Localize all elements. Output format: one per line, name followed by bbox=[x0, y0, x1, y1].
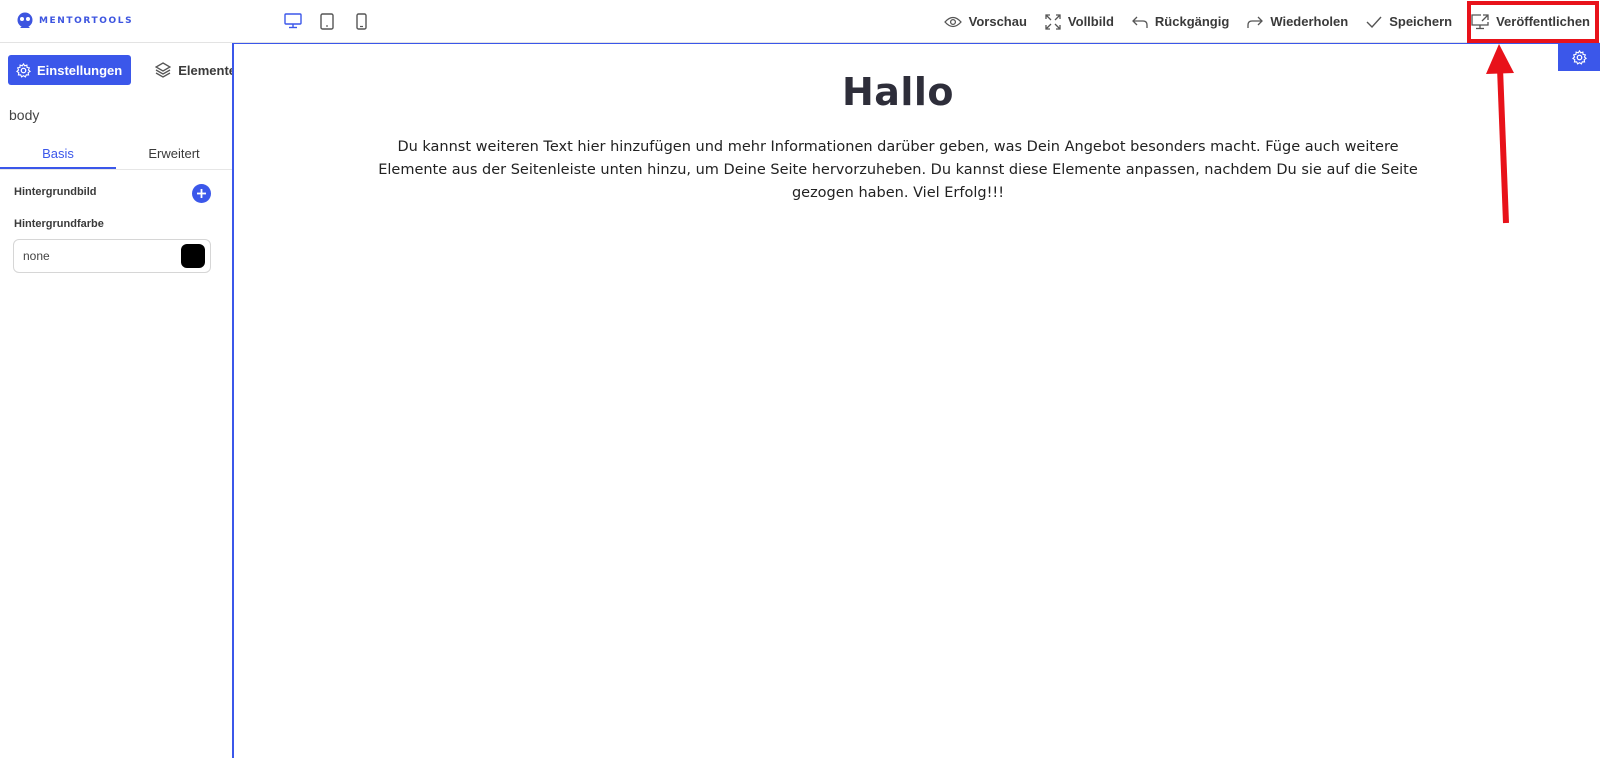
tab-erweitert[interactable]: Erweitert bbox=[116, 142, 232, 169]
add-background-image-button[interactable] bbox=[192, 184, 211, 203]
top-toolbar: MENTORTOOLS Vorschau Vollbild Rückgängig… bbox=[0, 0, 1600, 43]
redo-icon bbox=[1247, 16, 1264, 28]
monitor-icon bbox=[284, 13, 302, 29]
redo-label: Wiederholen bbox=[1270, 14, 1349, 29]
undo-label: Rückgängig bbox=[1154, 14, 1230, 29]
gear-icon bbox=[1571, 50, 1587, 65]
checkmark-icon bbox=[1366, 16, 1382, 28]
elements-tab-button[interactable]: Elemente bbox=[145, 55, 246, 85]
expand-icon bbox=[1045, 13, 1061, 30]
device-switcher bbox=[283, 11, 371, 31]
color-swatch-button[interactable] bbox=[181, 244, 205, 268]
logo-text: MENTORTOOLS bbox=[39, 16, 134, 26]
save-label: Speichern bbox=[1389, 14, 1453, 29]
background-color-field[interactable]: none bbox=[13, 239, 211, 273]
sidebar-mode-tabs: Einstellungen Elemente bbox=[8, 55, 246, 85]
publish-label: Veröffentlichen bbox=[1496, 14, 1590, 29]
preview-label: Vorschau bbox=[968, 14, 1027, 29]
background-color-value: none bbox=[23, 249, 50, 263]
publish-monitor-icon bbox=[1471, 13, 1489, 29]
undo-button[interactable]: Rückgängig bbox=[1123, 0, 1238, 43]
mentortools-logo-icon bbox=[17, 12, 33, 28]
layers-icon bbox=[155, 62, 172, 78]
redo-button[interactable]: Wiederholen bbox=[1238, 0, 1357, 43]
publish-button[interactable]: Veröffentlichen bbox=[1461, 0, 1600, 43]
elements-tab-label: Elemente bbox=[178, 62, 237, 78]
eye-icon bbox=[943, 16, 962, 27]
background-color-label: Hintergrundfarbe bbox=[14, 218, 104, 230]
settings-tab-label: Einstellungen bbox=[37, 62, 123, 78]
fullscreen-button[interactable]: Vollbild bbox=[1036, 0, 1123, 43]
undo-icon bbox=[1131, 16, 1148, 28]
page-paragraph[interactable]: Du kannst weiteren Text hier hinzufügen … bbox=[364, 136, 1432, 205]
fullscreen-label: Vollbild bbox=[1067, 14, 1114, 29]
page-canvas[interactable]: Hallo Du kannst weiteren Text hier hinzu… bbox=[232, 43, 1600, 758]
tablet-icon bbox=[320, 12, 334, 30]
canvas-settings-button[interactable] bbox=[1558, 44, 1600, 71]
device-desktop-button[interactable] bbox=[283, 11, 303, 31]
phone-icon bbox=[355, 12, 367, 30]
plus-icon bbox=[197, 189, 206, 198]
device-mobile-button[interactable] bbox=[351, 11, 371, 31]
selected-element-label: body bbox=[9, 107, 40, 123]
gear-icon bbox=[16, 62, 31, 78]
app-logo[interactable]: MENTORTOOLS bbox=[16, 10, 133, 32]
page-heading[interactable]: Hallo bbox=[234, 70, 1562, 114]
action-bar: Vorschau Vollbild Rückgängig Wiederholen bbox=[935, 0, 1600, 43]
settings-sub-tabs: Basis Erweitert bbox=[0, 142, 232, 170]
settings-tab-button[interactable]: Einstellungen bbox=[8, 55, 132, 85]
tab-basis[interactable]: Basis bbox=[0, 142, 116, 169]
settings-sidebar: Einstellungen Elemente body Basis Erweit… bbox=[0, 43, 236, 758]
device-tablet-button[interactable] bbox=[317, 11, 337, 31]
background-image-label: Hintergrundbild bbox=[14, 186, 97, 198]
save-button[interactable]: Speichern bbox=[1357, 0, 1461, 43]
preview-button[interactable]: Vorschau bbox=[935, 0, 1036, 43]
